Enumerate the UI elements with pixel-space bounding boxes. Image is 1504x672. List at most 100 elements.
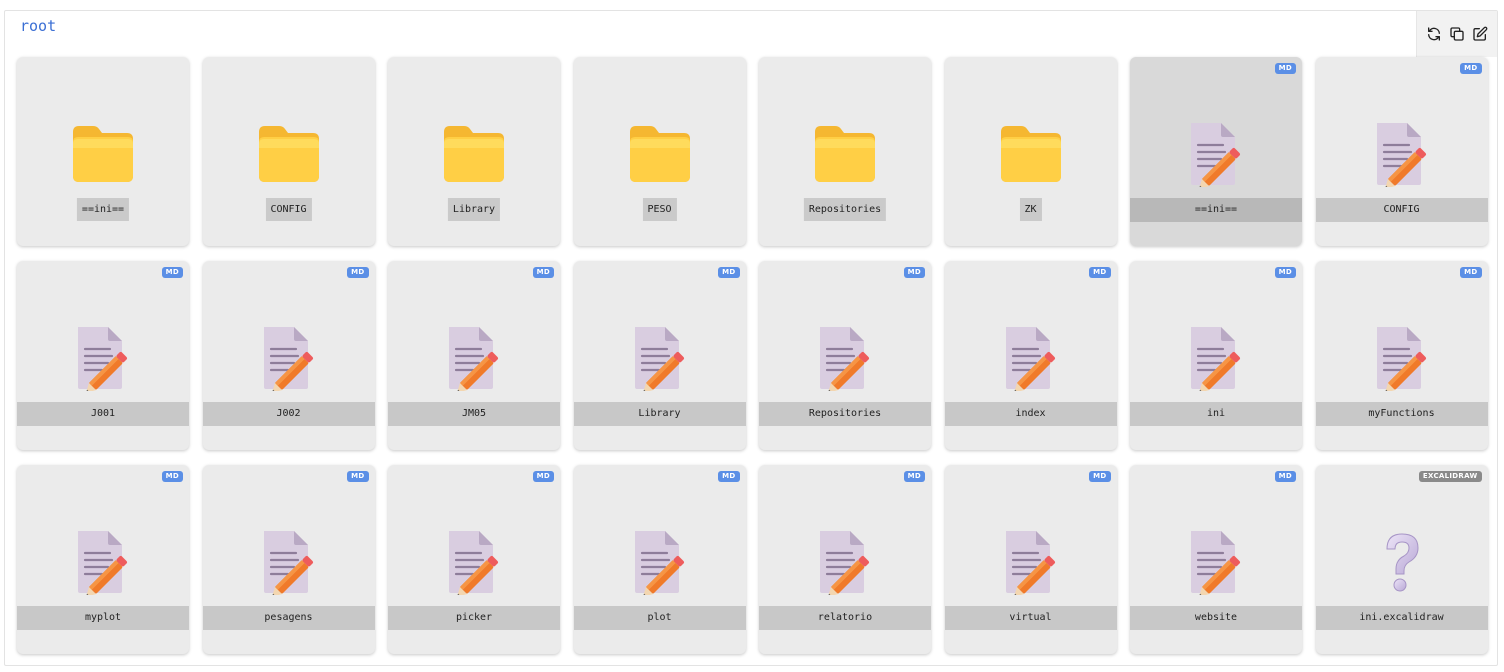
item-label: index bbox=[944, 402, 1117, 426]
file-type-badge: MD bbox=[532, 471, 554, 482]
file-tile[interactable]: MD picker bbox=[388, 465, 560, 654]
item-label: J002 bbox=[202, 402, 375, 426]
item-label: myFunctions bbox=[1315, 402, 1488, 426]
file-tile[interactable]: MD CONFIG bbox=[1315, 57, 1488, 246]
file-type-badge: MD bbox=[347, 471, 369, 482]
note-pencil-icon bbox=[1369, 121, 1435, 187]
file-tile[interactable]: MD virtual bbox=[944, 465, 1117, 654]
item-label: ==ini== bbox=[76, 198, 130, 221]
folder-tile[interactable]: CONFIG bbox=[202, 57, 375, 246]
file-browser-panel: root ==ini== CONFIG Library PESO Repositorie… bbox=[4, 10, 1498, 666]
file-tile[interactable]: MD J002 bbox=[202, 261, 375, 450]
folder-icon bbox=[70, 121, 136, 187]
file-tile[interactable]: EXCALIDRAW ini.excalidraw bbox=[1315, 465, 1488, 654]
file-tile[interactable]: MD relatorio bbox=[759, 465, 931, 654]
item-label: Repositories bbox=[803, 198, 887, 221]
item-label: Repositories bbox=[759, 402, 931, 426]
file-tile[interactable]: MD JM05 bbox=[388, 261, 560, 450]
file-tile[interactable]: MD myFunctions bbox=[1315, 261, 1488, 450]
file-type-badge: MD bbox=[1274, 267, 1296, 278]
copy-icon bbox=[1450, 27, 1464, 41]
item-label: ini.excalidraw bbox=[1315, 606, 1488, 630]
item-label: myplot bbox=[17, 606, 189, 630]
note-pencil-icon bbox=[1183, 529, 1249, 595]
note-pencil-icon bbox=[70, 529, 136, 595]
folder-icon bbox=[256, 121, 322, 187]
item-label: CONFIG bbox=[1315, 198, 1488, 222]
folder-tile[interactable]: PESO bbox=[573, 57, 746, 246]
folder-tile[interactable]: Repositories bbox=[759, 57, 931, 246]
file-tile[interactable]: MD ini bbox=[1130, 261, 1302, 450]
file-type-badge: MD bbox=[718, 267, 740, 278]
file-type-badge: MD bbox=[1089, 267, 1111, 278]
item-label: pesagens bbox=[202, 606, 375, 630]
note-pencil-icon bbox=[627, 529, 693, 595]
question-mark-icon bbox=[1369, 529, 1435, 595]
item-label: picker bbox=[388, 606, 560, 630]
file-type-badge: MD bbox=[1089, 471, 1111, 482]
note-pencil-icon bbox=[812, 529, 878, 595]
edit-button[interactable] bbox=[1472, 26, 1489, 43]
item-label: relatorio bbox=[759, 606, 931, 630]
item-label: CONFIG bbox=[265, 198, 312, 221]
note-pencil-icon bbox=[441, 325, 507, 391]
note-pencil-icon bbox=[256, 325, 322, 391]
edit-icon bbox=[1473, 26, 1488, 41]
file-tile[interactable]: MD index bbox=[944, 261, 1117, 450]
item-label: ini bbox=[1130, 402, 1302, 426]
note-pencil-icon bbox=[441, 529, 507, 595]
breadcrumb[interactable]: root bbox=[20, 17, 56, 35]
refresh-button[interactable] bbox=[1426, 26, 1443, 43]
file-type-badge: MD bbox=[161, 471, 183, 482]
item-label: J001 bbox=[17, 402, 189, 426]
file-type-badge: MD bbox=[161, 267, 183, 278]
item-label: plot bbox=[573, 606, 746, 630]
file-tile[interactable]: MD Repositories bbox=[759, 261, 931, 450]
file-type-badge: MD bbox=[718, 471, 740, 482]
file-type-badge: MD bbox=[1460, 267, 1482, 278]
note-pencil-icon bbox=[998, 325, 1064, 391]
file-type-badge: MD bbox=[347, 267, 369, 278]
folder-icon bbox=[627, 121, 693, 187]
file-tile[interactable]: MD Library bbox=[573, 261, 746, 450]
note-pencil-icon bbox=[70, 325, 136, 391]
note-pencil-icon bbox=[1369, 325, 1435, 391]
toolbar bbox=[1416, 11, 1497, 57]
folder-tile[interactable]: ==ini== bbox=[17, 57, 189, 246]
note-pencil-icon bbox=[1183, 121, 1249, 187]
folder-tile[interactable]: ZK bbox=[944, 57, 1117, 246]
item-label: JM05 bbox=[388, 402, 560, 426]
item-label: ZK bbox=[1019, 198, 1042, 221]
file-tile[interactable]: MD myplot bbox=[17, 465, 189, 654]
copy-button[interactable] bbox=[1449, 26, 1466, 43]
note-pencil-icon bbox=[998, 529, 1064, 595]
note-pencil-icon bbox=[1183, 325, 1249, 391]
file-type-badge: MD bbox=[903, 267, 925, 278]
folder-icon bbox=[812, 121, 878, 187]
file-type-badge: MD bbox=[1274, 63, 1296, 74]
file-type-badge: MD bbox=[903, 471, 925, 482]
refresh-icon bbox=[1428, 27, 1440, 41]
file-tile[interactable]: MD website bbox=[1130, 465, 1302, 654]
file-tile[interactable]: MD pesagens bbox=[202, 465, 375, 654]
file-type-badge: MD bbox=[1274, 471, 1296, 482]
item-label: Library bbox=[573, 402, 746, 426]
file-tile[interactable]: MD plot bbox=[573, 465, 746, 654]
note-pencil-icon bbox=[812, 325, 878, 391]
folder-icon bbox=[441, 121, 507, 187]
item-label: virtual bbox=[944, 606, 1117, 630]
note-pencil-icon bbox=[627, 325, 693, 391]
file-type-badge: MD bbox=[532, 267, 554, 278]
file-type-badge: MD bbox=[1460, 63, 1482, 74]
item-label: Library bbox=[447, 198, 501, 221]
item-label: PESO bbox=[642, 198, 677, 221]
file-grid: ==ini== CONFIG Library PESO Repositories ZK MD… bbox=[17, 57, 1488, 654]
file-tile[interactable]: MD ==ini== bbox=[1130, 57, 1302, 246]
folder-tile[interactable]: Library bbox=[388, 57, 560, 246]
item-label: ==ini== bbox=[1130, 198, 1302, 222]
note-pencil-icon bbox=[256, 529, 322, 595]
file-tile[interactable]: MD J001 bbox=[17, 261, 189, 450]
item-label: website bbox=[1130, 606, 1302, 630]
folder-icon bbox=[998, 121, 1064, 187]
file-type-badge: EXCALIDRAW bbox=[1418, 471, 1482, 482]
